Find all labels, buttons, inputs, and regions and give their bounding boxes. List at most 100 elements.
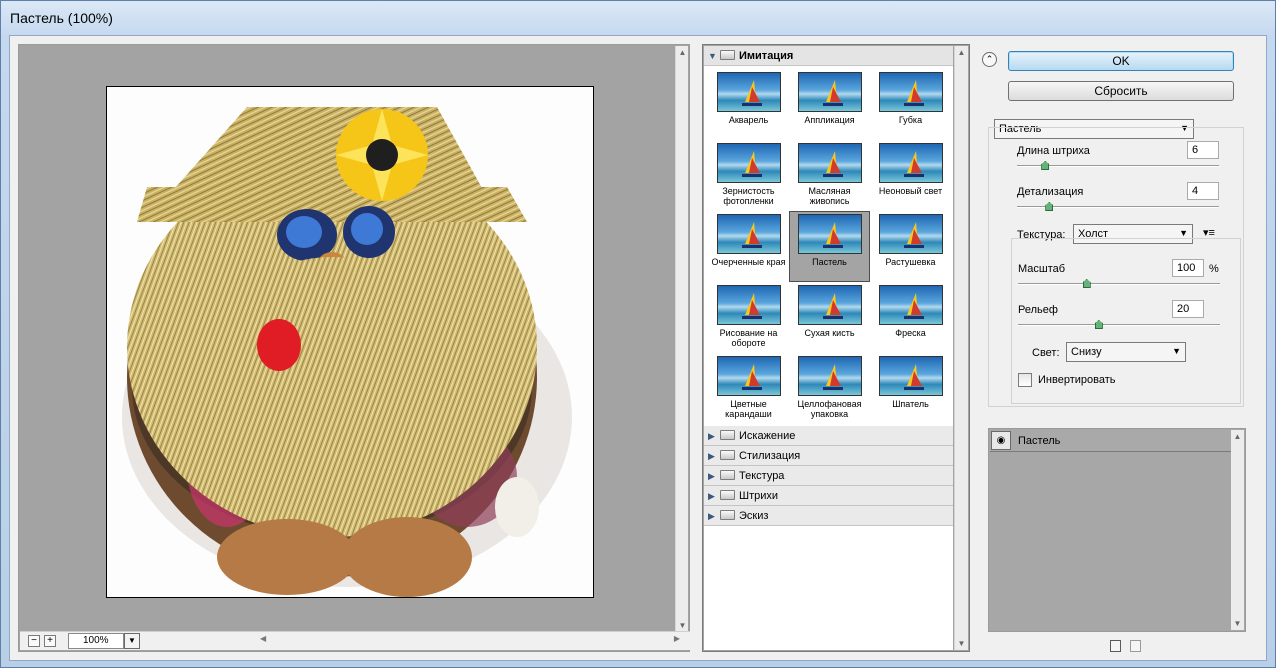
preview-canvas[interactable] [20,46,676,632]
folder-icon [720,470,735,480]
filter-preview-image [716,285,781,325]
filter-thumbnail[interactable]: Аппликация [789,69,870,140]
gallery-scrollbar[interactable]: ▲ ▼ [954,46,968,650]
slider-knob-icon[interactable] [1094,320,1103,329]
detail-label: Детализация [1017,186,1084,198]
filter-thumbnail-label: Масляная живопись [808,186,851,206]
collapsed-triangle-icon: ▶ [708,511,715,521]
stroke-length-label: Длина штриха [1017,145,1090,157]
slider-knob-icon[interactable] [1082,279,1091,288]
detail-input[interactable]: 4 [1187,182,1219,200]
effect-layer-row[interactable]: ◉ Пастель [990,430,1232,452]
filter-thumbnail[interactable]: Масляная живопись [789,140,870,211]
reset-button[interactable]: Сбросить [1008,81,1234,101]
layers-scrollbar[interactable]: ▲ ▼ [1231,430,1244,630]
filter-thumbnail-label: Целлофановая упаковка [797,399,862,419]
invert-checkbox[interactable] [1018,373,1032,387]
category-label: Стилизация [739,450,801,462]
relief-input[interactable]: 20 [1172,300,1204,318]
ok-button[interactable]: OK [1008,51,1234,71]
light-select[interactable]: Снизу ▼ [1066,342,1186,362]
filter-thumbnail-label: Пастель [812,257,847,267]
stroke-length-slider[interactable] [1017,161,1219,170]
filter-preview-image [716,143,781,183]
scale-slider[interactable] [1018,279,1220,288]
filter-thumbnail-label: Растушевка [885,257,936,267]
relief-slider[interactable] [1018,320,1220,329]
dropdown-arrow-icon: ▼ [1179,228,1188,238]
filter-thumbnail-label: Рисование на обороте [719,328,778,348]
category-header[interactable]: ▶ Штрихи [704,486,953,506]
closed-categories: ▶ Искажение ▶ Стилизация ▶ Текстура ▶ Штрихи ▶ Эс… [704,426,953,526]
zoom-level-field[interactable]: 100% [68,633,124,649]
filter-thumbnail[interactable]: Фреска [870,282,951,353]
scroll-up-arrow-icon[interactable]: ▲ [1231,430,1244,443]
filter-thumbnail[interactable]: Рисование на обороте [708,282,789,353]
category-header[interactable]: ▶ Текстура [704,466,953,486]
collapsed-triangle-icon: ▶ [708,471,715,481]
scroll-down-arrow-icon[interactable]: ▼ [955,637,968,650]
folder-icon [720,50,735,60]
filter-thumbnail-label: Очерченные края [711,257,786,267]
category-header[interactable]: ▶ Стилизация [704,446,953,466]
filter-thumbnail[interactable]: Неоновый свет [870,140,951,211]
filter-thumbnail[interactable]: Растушевка [870,211,951,282]
scale-input[interactable]: 100 [1172,259,1204,277]
filter-thumbnail[interactable]: Сухая кисть [789,282,870,353]
filter-thumbnail[interactable]: Зернистость фотопленки [708,140,789,211]
preview-panel: ▲ ▼ − + 100% ▼ ◀ ▶ [18,44,690,652]
scroll-up-arrow-icon[interactable]: ▲ [676,46,689,59]
category-header[interactable]: ▶ Эскиз [704,506,953,526]
slider-knob-icon[interactable] [1041,161,1050,170]
settings-panel: ⌃ OK Сбросить Пастель ▼ Длина штриха 6 Д… [980,44,1262,656]
zoom-in-button[interactable]: + [44,635,56,647]
filter-preview-image [716,72,781,112]
preview-horizontal-scrollbar[interactable]: ◀ ▶ [260,634,680,648]
category-imitation[interactable]: ▼ Имитация [704,46,953,66]
invert-label: Инвертировать [1038,374,1116,386]
filter-preview-image [797,72,862,112]
dialog-client: ▲ ▼ − + 100% ▼ ◀ ▶ ▼ Имитация Акварель Апп… [9,35,1267,661]
filter-thumbnail[interactable]: Шпатель [870,353,951,424]
zoom-bar: − + 100% ▼ ◀ ▶ [20,631,690,650]
filter-thumbnail[interactable]: Целлофановая упаковка [789,353,870,424]
preview-vertical-scrollbar[interactable]: ▲ ▼ [675,46,688,632]
eye-visibility-icon[interactable]: ◉ [991,431,1011,450]
filter-thumbnail-label: Неоновый свет [878,186,943,196]
expanded-triangle-icon: ▼ [708,51,717,61]
filter-thumbnail[interactable]: Очерченные края [708,211,789,282]
filter-thumbnail[interactable]: Акварель [708,69,789,140]
scroll-up-arrow-icon[interactable]: ▲ [955,46,968,59]
filter-preview-image [878,72,943,112]
filter-thumbnail-label: Сухая кисть [804,328,855,338]
category-label: Текстура [739,470,785,482]
new-effect-layer-icon[interactable] [1110,640,1121,652]
folder-icon [720,430,735,440]
delete-effect-layer-icon[interactable] [1130,640,1141,652]
filter-settings-box: Длина штриха 6 Детализация 4 Текстура: Х… [988,127,1244,407]
scroll-right-arrow-icon[interactable]: ▶ [674,634,680,643]
stroke-length-input[interactable]: 6 [1187,141,1219,159]
pastel-photo-illustration [107,87,593,597]
zoom-dropdown-button[interactable]: ▼ [124,633,140,649]
zoom-out-button[interactable]: − [28,635,40,647]
relief-label: Рельеф [1018,304,1058,316]
detail-slider[interactable] [1017,202,1219,211]
slider-knob-icon[interactable] [1045,202,1054,211]
category-label: Имитация [739,50,794,62]
collapse-gallery-chevron-icon[interactable]: ⌃ [982,52,997,67]
scale-unit: % [1209,263,1219,275]
scroll-down-arrow-icon[interactable]: ▼ [1231,617,1244,630]
effect-layers-panel: ◉ Пастель ▲ ▼ [988,428,1246,632]
filter-thumbnail[interactable]: Пастель [789,211,870,282]
filter-preview-image [797,285,862,325]
filter-preview-image [878,214,943,254]
category-header[interactable]: ▶ Искажение [704,426,953,446]
filter-thumbnail[interactable]: Цветные карандаши [708,353,789,424]
preview-image [106,86,594,598]
filter-thumbnail[interactable]: Губка [870,69,951,140]
filter-thumbnail-label: Шпатель [892,399,929,409]
filter-thumbnail-label: Зернистость фотопленки [722,186,775,206]
scroll-left-arrow-icon[interactable]: ◀ [260,634,266,643]
scale-label: Масштаб [1018,263,1066,275]
